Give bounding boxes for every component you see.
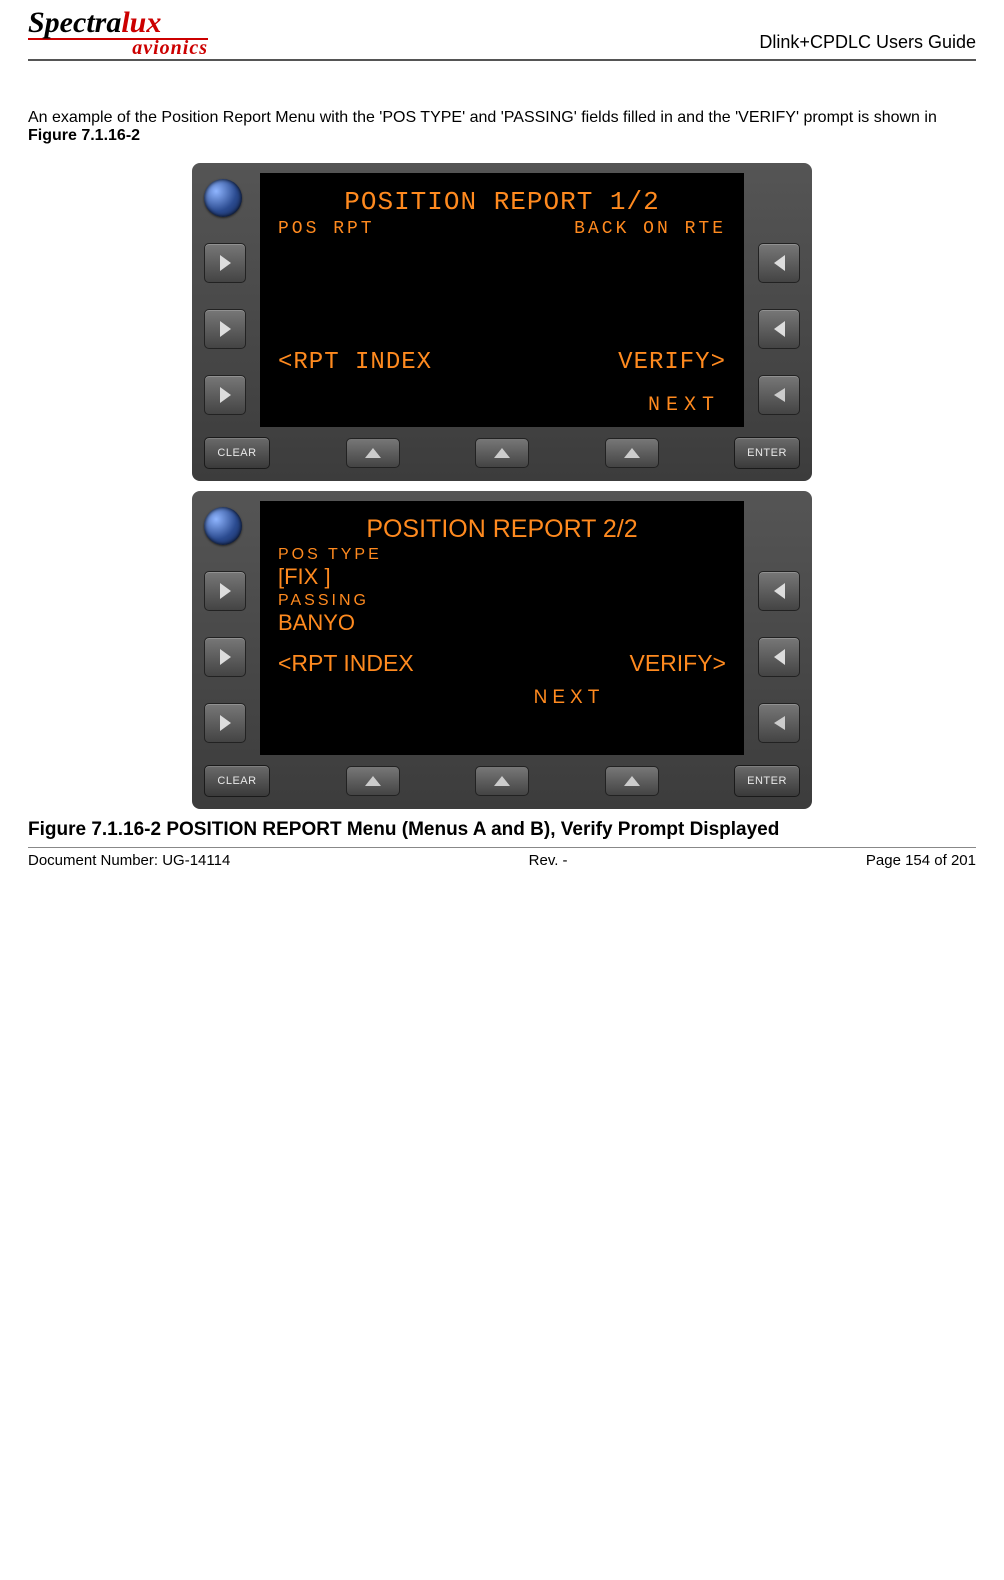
scr2-val1: [FIX ]	[278, 564, 726, 590]
page-header: Spectralux avionics Dlink+CPDLC Users Gu…	[28, 10, 976, 61]
enter-button[interactable]: ENTER	[734, 437, 800, 469]
logo: Spectralux avionics	[28, 10, 208, 57]
scr2-next: NEXT	[278, 687, 726, 709]
lsk-r4[interactable]	[758, 375, 800, 415]
scr1-verify: VERIFY>	[618, 349, 726, 376]
doc-number: Document Number: UG-14114	[28, 852, 230, 869]
para-bold: Figure 7.1.16-2	[28, 127, 140, 144]
lsk-r3[interactable]	[758, 309, 800, 349]
para-text: An example of the Position Report Menu w…	[28, 109, 937, 126]
doc-rev: Rev. -	[529, 852, 568, 869]
cdu-screen-1: POSITION REPORT 1/2 POS RPT BACK ON RTE …	[260, 173, 744, 427]
page-footer: Document Number: UG-14114 Rev. - Page 15…	[28, 852, 976, 869]
lsk2-l3[interactable]	[204, 637, 246, 677]
clear-button-2[interactable]: CLEAR	[204, 765, 270, 797]
knob-icon-2[interactable]	[204, 507, 242, 545]
scr2-verify: VERIFY>	[629, 650, 726, 677]
doc-title: Dlink+CPDLC Users Guide	[759, 32, 976, 57]
up-button-2[interactable]	[475, 438, 529, 468]
enter-button-2[interactable]: ENTER	[734, 765, 800, 797]
up-button-b3[interactable]	[605, 766, 659, 796]
lsk-l2[interactable]	[204, 243, 246, 283]
lsk2-l2[interactable]	[204, 571, 246, 611]
up-button-b2[interactable]	[475, 766, 529, 796]
up-button-b1[interactable]	[346, 766, 400, 796]
figure-caption: Figure 7.1.16-2 POSITION REPORT Menu (Me…	[28, 819, 976, 841]
scr1-tl: POS RPT	[278, 219, 375, 239]
lsk-l3[interactable]	[204, 309, 246, 349]
page-number: Page 154 of 201	[866, 852, 976, 869]
lsk2-l4[interactable]	[204, 703, 246, 743]
scr1-rpt-index: <RPT INDEX	[278, 349, 432, 376]
lsk2-r2[interactable]	[758, 571, 800, 611]
device-panel-1: POSITION REPORT 1/2 POS RPT BACK ON RTE …	[192, 163, 812, 481]
logo-subtext: avionics	[28, 40, 208, 57]
scr2-val2: BANYO	[278, 610, 726, 636]
lsk2-r4[interactable]	[758, 703, 800, 743]
scr2-lbl2: PASSING	[278, 592, 726, 610]
lsk-r2[interactable]	[758, 243, 800, 283]
knob-icon[interactable]	[204, 179, 242, 217]
device-panel-2: POSITION REPORT 2/2 POS TYPE [FIX ] PASS…	[192, 491, 812, 809]
scr2-title: POSITION REPORT 2/2	[278, 515, 726, 544]
scr2-lbl1: POS TYPE	[278, 546, 726, 564]
scr1-tr: BACK ON RTE	[574, 219, 726, 239]
logo-text-1: Spectra	[28, 6, 121, 39]
clear-button[interactable]: CLEAR	[204, 437, 270, 469]
scr1-title: POSITION REPORT 1/2	[278, 187, 726, 217]
cdu-screen-2: POSITION REPORT 2/2 POS TYPE [FIX ] PASS…	[260, 501, 744, 755]
up-button-1[interactable]	[346, 438, 400, 468]
example-para: An example of the Position Report Menu w…	[28, 109, 976, 145]
scr1-next: NEXT	[278, 394, 726, 417]
scr2-rpt-index: <RPT INDEX	[278, 650, 414, 677]
lsk-l4[interactable]	[204, 375, 246, 415]
up-button-3[interactable]	[605, 438, 659, 468]
lsk2-r3[interactable]	[758, 637, 800, 677]
logo-text-2: lux	[121, 6, 161, 39]
